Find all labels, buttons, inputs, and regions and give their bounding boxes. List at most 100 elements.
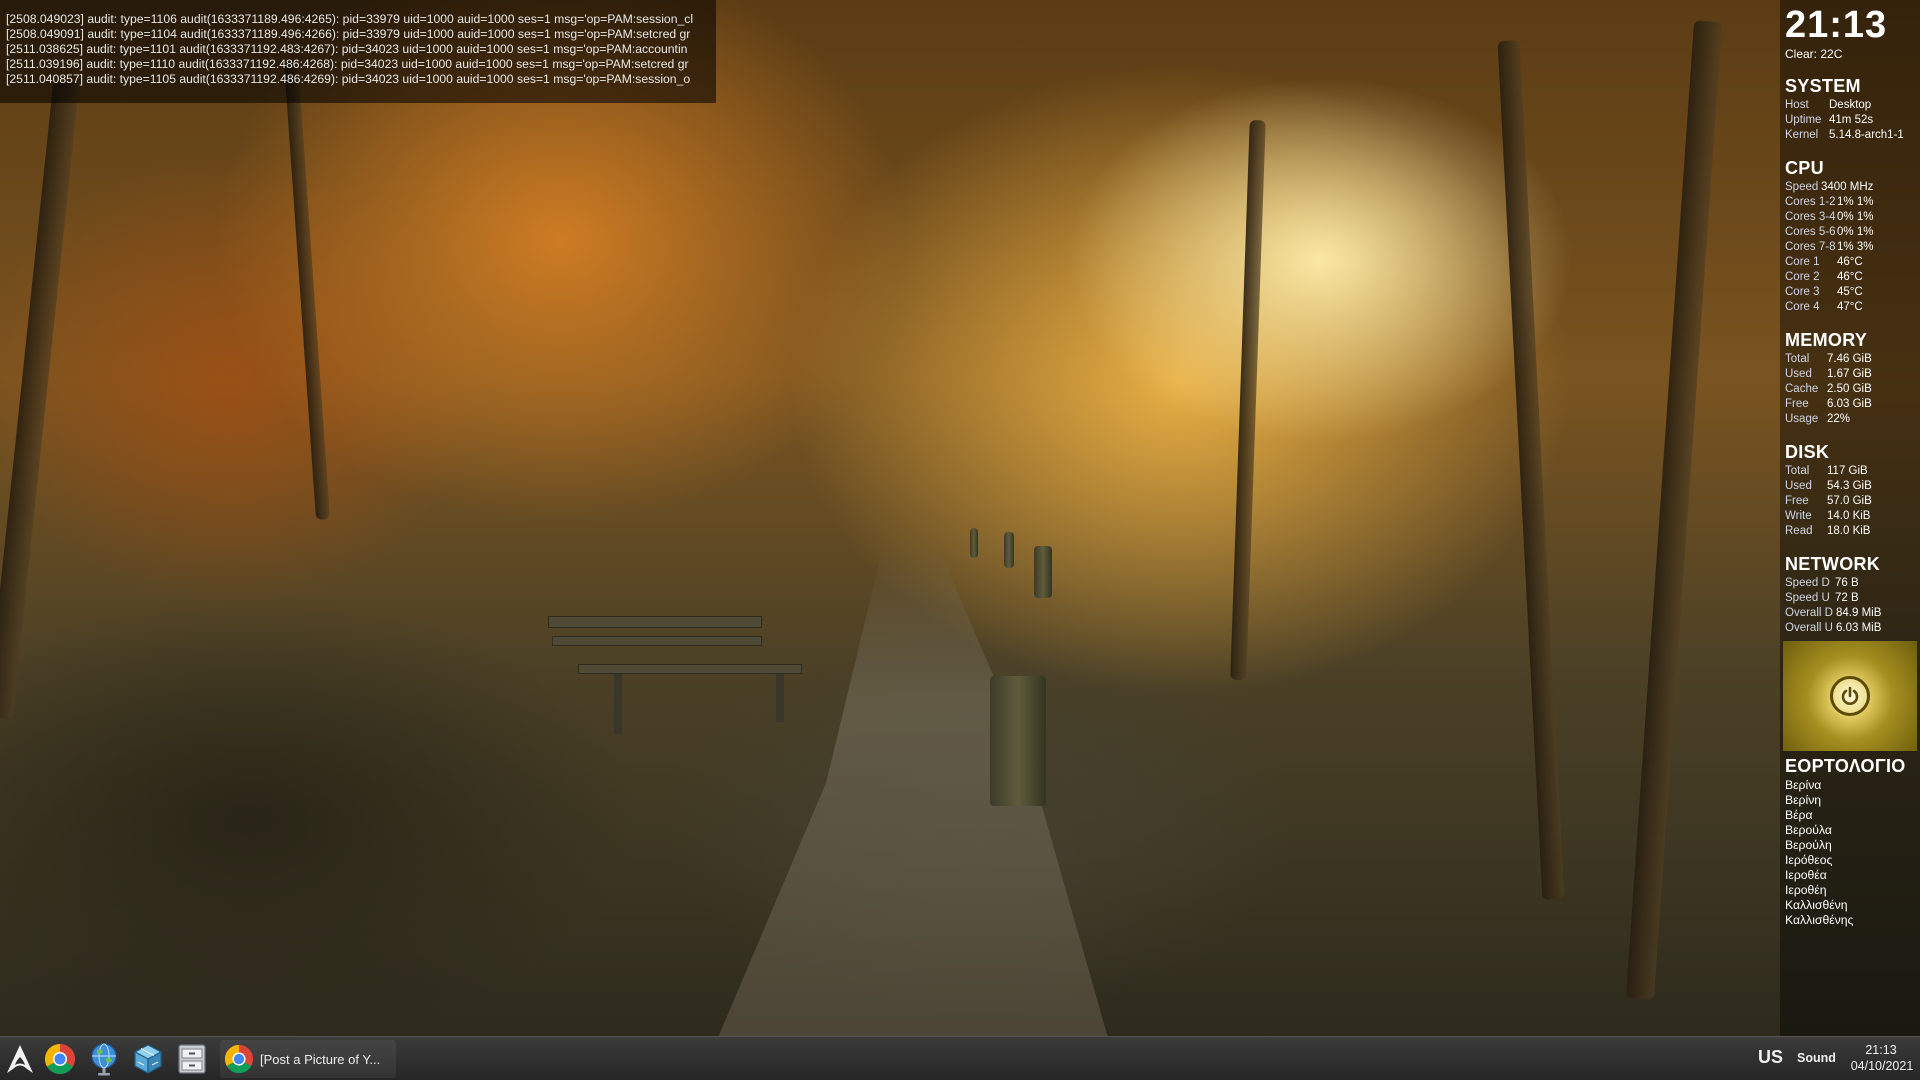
- row-value: 54.3 GiB: [1827, 480, 1872, 492]
- tray-clock-time[interactable]: 21:13: [1860, 1043, 1902, 1057]
- tree-trunk: [1230, 119, 1266, 681]
- row-value: 45°C: [1837, 286, 1863, 298]
- row-value: 46°C: [1837, 256, 1863, 268]
- network-row: Overall D 84.9 MiB: [1785, 606, 1881, 621]
- row-value: 22%: [1827, 413, 1851, 425]
- disk-row: Free 57.0 GiB: [1785, 494, 1872, 509]
- row-label: Overall D: [1785, 607, 1833, 619]
- system-row: Kernel 5.14.8-arch1-1: [1785, 128, 1904, 143]
- row-label: Total: [1785, 465, 1810, 477]
- network-rows: Speed D 76 B Speed U 72 B Overall D 84.9 Mi…: [1785, 576, 1881, 636]
- memory-row: Free 6.03 GiB: [1785, 397, 1872, 412]
- keyboard-layout-indicator[interactable]: US: [1758, 1047, 1783, 1068]
- row-label: Cache: [1785, 383, 1819, 395]
- memory-section-title: MEMORY: [1785, 330, 1868, 350]
- memory-row: Used 1.67 GiB: [1785, 367, 1872, 382]
- row-value: Desktop: [1829, 99, 1872, 111]
- network-row: Overall U 6.03 MiB: [1785, 621, 1881, 636]
- window-title: [Post a Picture of Y...: [260, 1051, 381, 1067]
- row-value: 41m 52s: [1829, 114, 1874, 126]
- row-label: Host: [1785, 99, 1809, 111]
- disk-row: Write 14.0 KiB: [1785, 509, 1872, 524]
- row-label: Read: [1785, 525, 1813, 537]
- log-line: [2511.038625] audit: type=1101 audit(163…: [6, 42, 688, 56]
- tray-clock-date[interactable]: 04/10/2021: [1846, 1059, 1918, 1073]
- tree-trunk: [1497, 40, 1565, 900]
- memory-row: Total 7.46 GiB: [1785, 352, 1872, 367]
- row-value: 84.9 MiB: [1836, 607, 1882, 619]
- cpu-cores-row: Cores 5-6 0% 1%: [1785, 225, 1873, 240]
- kernel-log-overlay: [2508.049023] audit: type=1106 audit(163…: [0, 0, 716, 103]
- conky-clock: 21:13: [1785, 4, 1888, 46]
- row-label: Speed U: [1785, 592, 1830, 604]
- network-manager-launcher[interactable]: [86, 1041, 122, 1077]
- chrome-icon: [224, 1044, 254, 1074]
- row-value: 47°C: [1837, 301, 1863, 313]
- wooden-post: [970, 528, 978, 558]
- row-label: Cores 1-2: [1785, 196, 1836, 208]
- row-value: 18.0 KiB: [1827, 525, 1871, 537]
- log-line: [2511.040857] audit: type=1105 audit(163…: [6, 72, 691, 86]
- row-label: Overall U: [1785, 622, 1833, 634]
- row-value: 1% 3%: [1837, 241, 1874, 253]
- row-label: Total: [1785, 353, 1810, 365]
- cpu-temp-row: Core 1 46°C: [1785, 255, 1873, 270]
- desktop-wallpaper: [0, 0, 1920, 1080]
- row-value: 76 B: [1835, 577, 1859, 589]
- bench-seat: [578, 664, 802, 674]
- file-manager-launcher[interactable]: [174, 1041, 210, 1077]
- row-label: Free: [1785, 495, 1809, 507]
- row-label: Speed: [1785, 181, 1819, 193]
- conky-system-monitor: 21:13 Clear: 22C SYSTEM Host Desktop Upti…: [1780, 0, 1920, 1036]
- disk-row: Used 54.3 GiB: [1785, 479, 1872, 494]
- log-line: [2508.049023] audit: type=1106 audit(163…: [6, 12, 694, 26]
- nameday-item: Καλλισθένη: [1785, 898, 1848, 912]
- cpu-temp-row: Core 3 45°C: [1785, 285, 1873, 300]
- taskbar-window-chrome[interactable]: [Post a Picture of Y...: [220, 1040, 396, 1078]
- nameday-list: Βερίνα Βερίνη Βέρα Βερούλα Βερούλη Ιερόθ…: [1785, 778, 1853, 928]
- bench-backrest: [552, 636, 762, 646]
- cpu-temp-row: Core 4 47°C: [1785, 300, 1873, 315]
- row-label: Cores 7-8: [1785, 241, 1836, 253]
- cpu-speed-row: Speed 3400 MHz: [1785, 180, 1873, 195]
- system-section-title: SYSTEM: [1785, 76, 1861, 96]
- power-button[interactable]: [1783, 641, 1917, 751]
- system-row: Uptime 41m 52s: [1785, 113, 1904, 128]
- row-value: 5.14.8-arch1-1: [1829, 129, 1904, 141]
- row-label: Write: [1785, 510, 1812, 522]
- tree-trunk: [283, 60, 331, 520]
- row-label: Speed D: [1785, 577, 1830, 589]
- chrome-launcher[interactable]: [42, 1041, 78, 1077]
- row-value: 1.67 GiB: [1827, 368, 1872, 380]
- nameday-item: Καλλισθένης: [1785, 913, 1854, 927]
- wooden-post: [1004, 532, 1014, 568]
- memory-row: Usage 22%: [1785, 412, 1872, 427]
- memory-rows: Total 7.46 GiB Used 1.67 GiB Cache 2.50 GiB…: [1785, 352, 1872, 427]
- row-value: 14.0 KiB: [1827, 510, 1871, 522]
- sound-tray-button[interactable]: Sound: [1797, 1051, 1836, 1065]
- memory-row: Cache 2.50 GiB: [1785, 382, 1872, 397]
- nameday-item: Ιερόθεος: [1785, 853, 1833, 867]
- cpu-cores-row: Cores 7-8 1% 3%: [1785, 240, 1873, 255]
- cpu-cores-row: Cores 3-4 0% 1%: [1785, 210, 1873, 225]
- forest-path: [700, 540, 1120, 1080]
- row-label: Kernel: [1785, 129, 1819, 141]
- cpu-temp-row: Core 2 46°C: [1785, 270, 1873, 285]
- row-value: 0% 1%: [1837, 226, 1874, 238]
- system-row: Host Desktop: [1785, 98, 1904, 113]
- row-value: 117 GiB: [1827, 465, 1868, 477]
- cpu-rows: Speed 3400 MHz Cores 1-2 1% 1% Cores 3-4 0%…: [1785, 180, 1873, 315]
- row-value: 1% 1%: [1837, 196, 1874, 208]
- bench-leg: [776, 674, 784, 722]
- row-value: 6.03 GiB: [1827, 398, 1872, 410]
- row-label: Used: [1785, 480, 1812, 492]
- virtualbox-launcher[interactable]: [130, 1041, 166, 1077]
- row-label: Free: [1785, 398, 1809, 410]
- network-row: Speed D 76 B: [1785, 576, 1881, 591]
- row-label: Core 4: [1785, 301, 1820, 313]
- taskbar: [Post a Picture of Y... US Sound 21:13 0…: [0, 1036, 1920, 1080]
- row-label: Cores 5-6: [1785, 226, 1836, 238]
- app-launcher-button[interactable]: [4, 1041, 36, 1077]
- disk-rows: Total 117 GiB Used 54.3 GiB Free 57.0 GiB W…: [1785, 464, 1872, 539]
- nameday-item: Βέρα: [1785, 808, 1813, 822]
